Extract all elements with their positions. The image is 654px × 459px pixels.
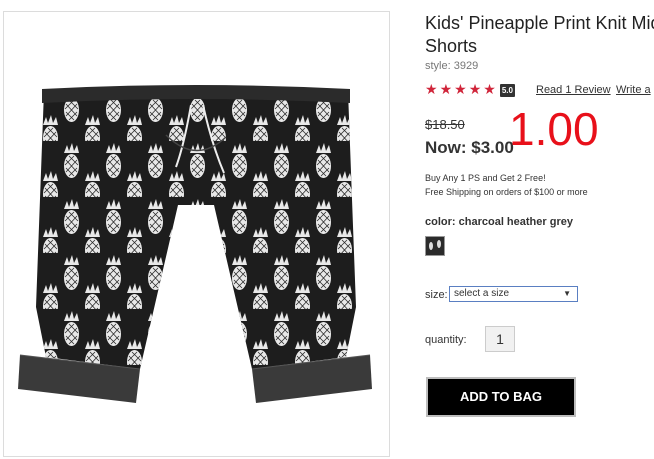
rating-stars: ★ ★ ★ ★ ★ 5.0 xyxy=(425,83,515,97)
product-image[interactable] xyxy=(16,85,376,405)
read-reviews-link[interactable]: Read 1 Review xyxy=(536,84,611,96)
product-title: Kids' Pineapple Print Knit Mid Shorts xyxy=(425,12,654,58)
star-icon: ★ xyxy=(468,82,482,98)
product-image-frame xyxy=(3,11,390,457)
star-icon: ★ xyxy=(454,82,467,98)
quantity-label: quantity: xyxy=(425,334,467,346)
size-label: size: xyxy=(425,289,448,301)
star-icon: ★ xyxy=(483,82,496,98)
add-to-bag-button[interactable]: ADD TO BAG xyxy=(426,377,576,417)
promo-text: Buy Any 1 PS and Get 2 Free! Free Shippi… xyxy=(425,171,588,199)
star-icon: ★ xyxy=(439,82,453,98)
product-title-line-2: Shorts xyxy=(425,36,478,56)
color-label: color: charcoal heather grey xyxy=(425,216,573,228)
size-select-value: select a size xyxy=(454,288,510,299)
swatch-pattern-icon xyxy=(426,237,444,255)
star-icon: ★ xyxy=(425,82,438,98)
promo-line-2: Free Shipping on orders of $100 or more xyxy=(425,187,588,197)
style-number: style: 3929 xyxy=(425,60,479,72)
color-swatch[interactable] xyxy=(425,236,445,256)
quantity-input[interactable]: 1 xyxy=(485,326,515,352)
product-title-line-1: Kids' Pineapple Print Knit Mid xyxy=(425,13,654,33)
promo-line-1: Buy Any 1 PS and Get 2 Free! xyxy=(425,173,546,183)
sale-price: Now: $3.00 xyxy=(425,138,514,157)
dropdown-arrow-icon: ▼ xyxy=(563,289,571,298)
color-label-value: charcoal heather grey xyxy=(458,216,573,228)
write-review-link[interactable]: Write a xyxy=(616,84,651,96)
size-select[interactable]: select a size ▼ xyxy=(449,286,578,302)
color-label-key: color: xyxy=(425,216,456,228)
rating-badge: 5.0 xyxy=(499,83,515,97)
original-price: $18.50 xyxy=(425,117,465,132)
overlay-price-annotation: 1.00 xyxy=(509,103,599,155)
